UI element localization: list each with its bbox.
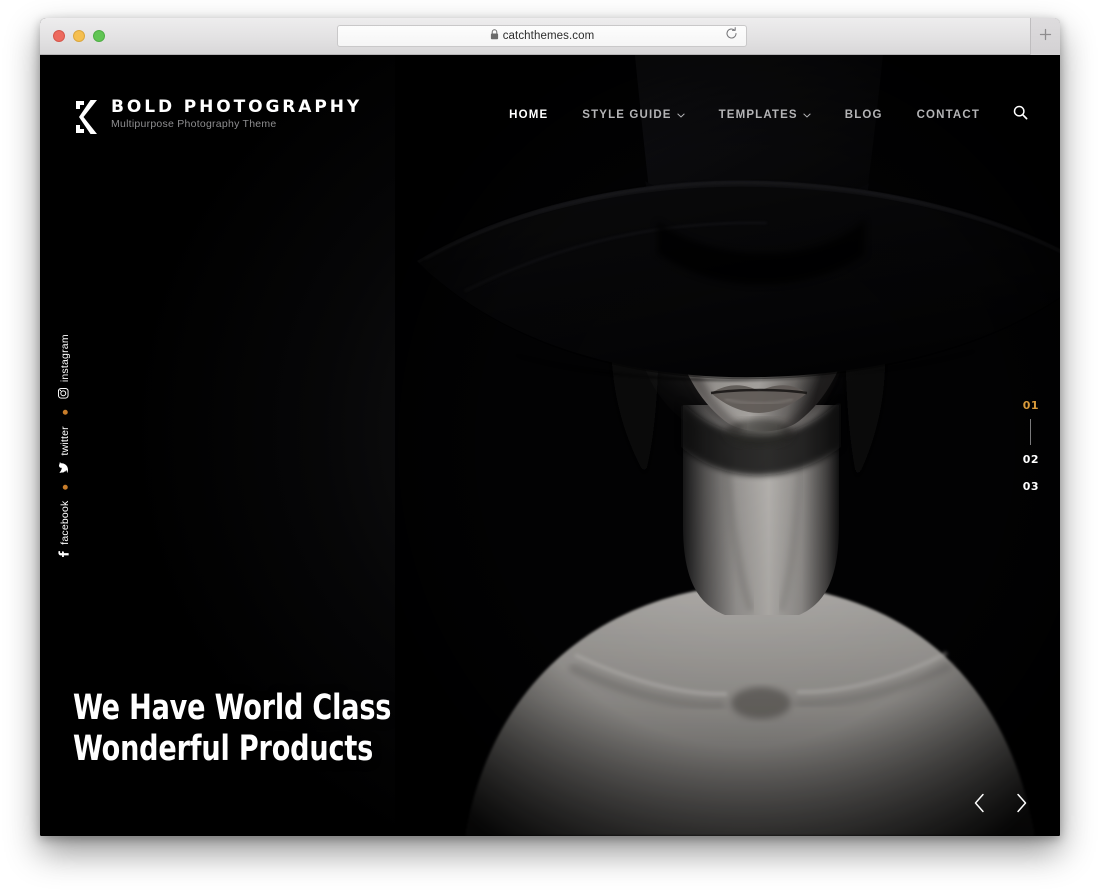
portrait-photo [395, 55, 1060, 836]
social-link-twitter[interactable]: twitter [58, 425, 72, 473]
search-icon [1013, 105, 1028, 125]
maximize-window-button[interactable] [93, 30, 105, 42]
nav-item-templates-label: TEMPLATES [718, 109, 798, 121]
reload-icon[interactable] [725, 27, 738, 45]
address-bar-content: catchthemes.com [490, 27, 595, 45]
minimize-window-button[interactable] [73, 30, 85, 42]
site-tagline: Multipurpose Photography Theme [111, 118, 277, 130]
nav-item-style-guide-label: STYLE GUIDE [582, 109, 672, 121]
social-links-rail: facebook twitter instagram [48, 334, 82, 557]
social-links-list: facebook twitter instagram [58, 334, 72, 558]
hero-title: We Have World Class Wonderful Products [73, 688, 392, 770]
nav-item-style-guide[interactable]: STYLE GUIDE [565, 109, 701, 121]
social-link-twitter-label: twitter [59, 425, 71, 456]
window-controls [53, 30, 105, 42]
nav-item-contact[interactable]: CONTACT [900, 109, 997, 121]
site-title: BOLD PHOTOGRAPHY [111, 97, 363, 117]
carousel-next-button[interactable] [1008, 792, 1034, 818]
search-toggle-button[interactable] [997, 105, 1038, 125]
nav-item-blog-label: BLOG [844, 109, 883, 121]
facebook-icon [58, 550, 72, 557]
instagram-icon [58, 387, 72, 399]
hero-caption: We Have World Class Wonderful Products [73, 688, 473, 770]
plus-icon [1039, 28, 1052, 46]
page-viewport: BOLD PHOTOGRAPHY Multipurpose Photograph… [40, 55, 1060, 836]
address-bar[interactable]: catchthemes.com [337, 25, 747, 47]
browser-titlebar: catchthemes.com [40, 18, 1060, 55]
twitter-icon [58, 461, 72, 473]
social-link-instagram[interactable]: instagram [58, 334, 72, 399]
nav-item-templates[interactable]: TEMPLATES [702, 109, 828, 121]
social-link-facebook-label: facebook [59, 500, 71, 545]
nav-item-blog[interactable]: BLOG [828, 109, 900, 121]
site-header: BOLD PHOTOGRAPHY Multipurpose Photograph… [40, 55, 1060, 134]
close-window-button[interactable] [53, 30, 65, 42]
nav-item-contact-label: CONTACT [916, 109, 980, 121]
social-separator-dot [62, 484, 68, 490]
social-link-facebook[interactable]: facebook [58, 500, 72, 557]
chevron-down-icon [676, 109, 685, 121]
k-monogram-logo-icon [73, 100, 99, 139]
main-navigation: HOME STYLE GUIDE TEMPLATES BLOG CONTACT [492, 105, 1038, 125]
slide-indicator-02[interactable]: 02 [1021, 451, 1041, 468]
nav-item-home-label: HOME [509, 109, 549, 121]
social-link-instagram-label: instagram [59, 333, 71, 382]
carousel-controls [966, 792, 1034, 818]
url-text: catchthemes.com [502, 30, 595, 42]
nav-item-home[interactable]: HOME [492, 109, 565, 121]
slide-counter: 01 02 03 [1021, 397, 1041, 495]
brand-text: BOLD PHOTOGRAPHY Multipurpose Photograph… [111, 99, 362, 130]
slide-indicator-03[interactable]: 03 [1021, 478, 1041, 495]
site-branding[interactable]: BOLD PHOTOGRAPHY Multipurpose Photograph… [73, 99, 362, 139]
new-tab-button[interactable] [1030, 18, 1060, 55]
carousel-prev-button[interactable] [966, 792, 992, 818]
chevron-down-icon [803, 109, 811, 121]
browser-window: catchthemes.com BOLD PHOTOGRAPHY Multipu… [40, 18, 1060, 836]
chevron-left-icon [973, 793, 986, 818]
slide-counter-rule [1030, 418, 1032, 445]
slide-indicator-01[interactable]: 01 [1021, 397, 1041, 414]
social-separator-dot [62, 409, 68, 415]
lock-icon [490, 27, 499, 45]
chevron-right-icon [1015, 793, 1028, 818]
